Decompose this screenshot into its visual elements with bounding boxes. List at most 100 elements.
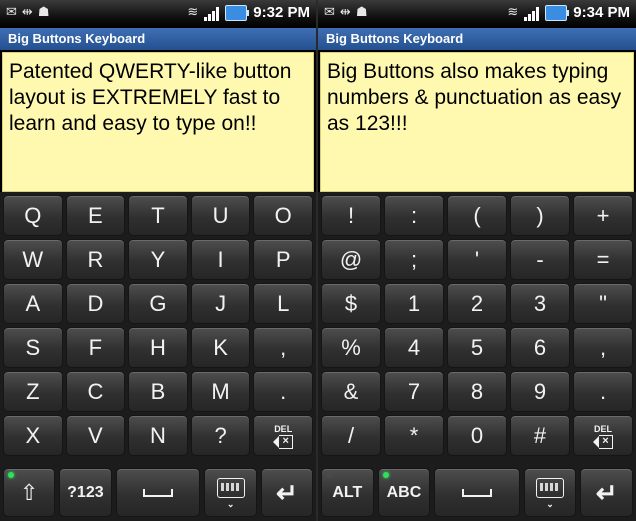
bottom-row: ALT ABC ⌄ ↵	[321, 468, 634, 517]
key-ampersand[interactable]: &	[321, 371, 381, 412]
alt-key[interactable]: ALT	[321, 468, 374, 517]
key-c[interactable]: C	[65, 371, 126, 412]
key-u[interactable]: U	[190, 195, 251, 236]
key-0[interactable]: 0	[447, 415, 507, 456]
key-k[interactable]: K	[190, 327, 251, 368]
key-close-paren[interactable]: )	[510, 195, 570, 236]
key-colon[interactable]: :	[384, 195, 444, 236]
text-input[interactable]: Patented QWERTY-like button layout is EX…	[2, 52, 314, 192]
key-9[interactable]: 9	[510, 371, 570, 412]
key-exclamation[interactable]: !	[321, 195, 381, 236]
key-b[interactable]: B	[128, 371, 188, 412]
key-8[interactable]: 8	[447, 371, 507, 412]
delete-key[interactable]: DEL	[253, 415, 313, 456]
delete-label: DEL	[274, 423, 293, 434]
key-l[interactable]: L	[253, 283, 313, 324]
key-quote[interactable]: "	[573, 283, 633, 324]
abc-key[interactable]: ABC	[377, 468, 431, 517]
hide-keyboard-key[interactable]: ⌄	[204, 468, 257, 517]
usb-icon: ⇹	[21, 5, 33, 20]
key-m[interactable]: M	[190, 371, 251, 412]
key-a[interactable]: A	[3, 283, 63, 324]
key-h[interactable]: H	[128, 327, 188, 368]
key-plus[interactable]: +	[573, 195, 633, 236]
key-s[interactable]: S	[3, 327, 63, 368]
signal-icon	[524, 5, 540, 21]
email-icon: ✉	[324, 5, 335, 20]
battery-icon	[545, 5, 570, 21]
key-7[interactable]: 7	[384, 371, 444, 412]
enter-key[interactable]: ↵	[580, 468, 634, 517]
symbols-key[interactable]: ?123	[59, 468, 112, 517]
key-6[interactable]: 6	[510, 327, 570, 368]
key-x[interactable]: X	[3, 415, 63, 456]
key-p[interactable]: P	[253, 239, 313, 280]
chevron-down-icon: ⌄	[546, 498, 554, 509]
space-key[interactable]	[115, 468, 201, 517]
shift-key[interactable]: ⇧	[3, 468, 56, 517]
key-f[interactable]: F	[65, 327, 126, 368]
hide-keyboard-key[interactable]: ⌄	[523, 468, 577, 517]
email-icon: ✉	[6, 5, 17, 20]
key-hash[interactable]: #	[510, 415, 570, 456]
key-q[interactable]: Q	[3, 195, 63, 236]
key-dollar[interactable]: $	[321, 283, 381, 324]
key-1[interactable]: 1	[384, 283, 444, 324]
app-title: Big Buttons Keyboard	[0, 28, 316, 50]
android-debug-icon: ☗	[355, 5, 368, 20]
key-4[interactable]: 4	[384, 327, 444, 368]
key-question[interactable]: ?	[190, 415, 251, 456]
space-key[interactable]	[434, 468, 520, 517]
key-t[interactable]: T	[128, 195, 188, 236]
key-period[interactable]: .	[253, 371, 313, 412]
status-time: 9:34 PM	[573, 4, 630, 21]
wifi-icon: ≋	[187, 5, 199, 20]
text-input[interactable]: Big Buttons also makes typing numbers & …	[320, 52, 634, 192]
enter-key[interactable]: ↵	[260, 468, 313, 517]
key-j[interactable]: J	[190, 283, 251, 324]
shift-led-indicator	[8, 472, 14, 478]
delete-key[interactable]: DEL	[573, 415, 633, 456]
key-grid: Q E T U O W R Y I P A D G J L S F H K , …	[3, 195, 313, 456]
key-z[interactable]: Z	[3, 371, 63, 412]
key-at[interactable]: @	[321, 239, 381, 280]
enter-icon: ↵	[595, 477, 618, 508]
key-apostrophe[interactable]: '	[447, 239, 507, 280]
key-comma[interactable]: ,	[573, 327, 633, 368]
keyboard-hide-icon	[536, 477, 565, 498]
key-semicolon[interactable]: ;	[384, 239, 444, 280]
alt-label: ALT	[332, 483, 363, 501]
keyboard: Q E T U O W R Y I P A D G J L S F H K , …	[0, 192, 316, 521]
key-equals[interactable]: =	[573, 239, 633, 280]
key-g[interactable]: G	[128, 283, 188, 324]
alt-led-indicator	[326, 472, 332, 478]
key-period[interactable]: .	[573, 371, 633, 412]
key-3[interactable]: 3	[510, 283, 570, 324]
key-d[interactable]: D	[65, 283, 126, 324]
key-o[interactable]: O	[253, 195, 313, 236]
key-2[interactable]: 2	[447, 283, 507, 324]
key-asterisk[interactable]: *	[384, 415, 444, 456]
chevron-down-icon: ⌄	[226, 498, 235, 509]
key-i[interactable]: I	[190, 239, 251, 280]
usb-icon: ⇹	[339, 5, 351, 20]
key-y[interactable]: Y	[128, 239, 188, 280]
shift-icon: ⇧	[19, 479, 39, 505]
key-v[interactable]: V	[65, 415, 126, 456]
space-icon	[462, 488, 492, 497]
status-bar: ✉ ⇹ ☗ ≋ 9:32 PM	[0, 0, 316, 28]
key-open-paren[interactable]: (	[447, 195, 507, 236]
key-w[interactable]: W	[3, 239, 63, 280]
key-minus[interactable]: -	[510, 239, 570, 280]
key-e[interactable]: E	[65, 195, 126, 236]
key-r[interactable]: R	[65, 239, 126, 280]
keyboard: ! : ( ) + @ ; ' - = $ 1 2 3 " % 4 5 6 , …	[318, 192, 636, 521]
wifi-icon: ≋	[507, 5, 519, 20]
key-slash[interactable]: /	[321, 415, 381, 456]
abc-led-indicator	[382, 472, 389, 478]
key-comma[interactable]: ,	[253, 327, 313, 368]
key-5[interactable]: 5	[447, 327, 507, 368]
key-percent[interactable]: %	[321, 327, 381, 368]
key-n[interactable]: N	[128, 415, 188, 456]
app-title: Big Buttons Keyboard	[318, 28, 636, 50]
